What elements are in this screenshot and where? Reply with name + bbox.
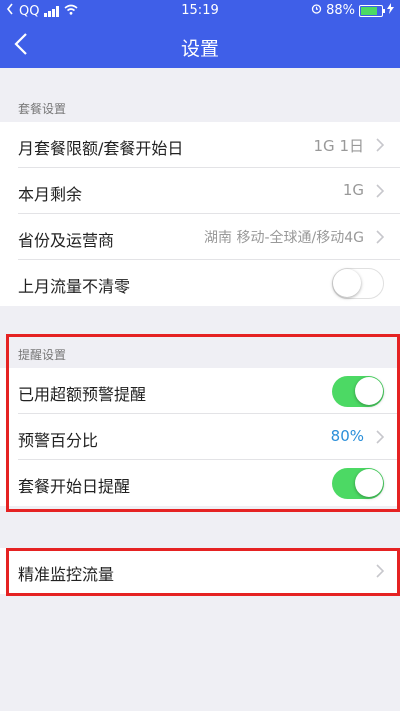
province-carrier-row[interactable]: 省份及运营商 湖南 移动-全球通/移动4G [0,214,400,260]
row-value: 1G [342,181,364,199]
battery-percent: 88% [326,3,355,18]
row-label: 本月剩余 [18,185,83,204]
plan-start-reminder-row: 套餐开始日提醒 [0,460,400,506]
overuse-warning-toggle[interactable] [332,376,384,407]
row-label: 预警百分比 [18,431,99,450]
battery-icon [359,4,385,17]
page-title: 设置 [180,38,219,60]
remaining-row[interactable]: 本月剩余 1G [0,168,400,214]
row-label: 月套餐限额/套餐开始日 [18,139,184,158]
plan-start-reminder-toggle[interactable] [332,468,384,499]
chevron-right-icon [376,230,384,244]
plan-section-header: 套餐设置 [18,102,67,116]
row-label: 已用超额预警提醒 [18,385,147,404]
status-bar: QQ 15:19 88% [0,0,400,22]
chevron-right-icon [376,138,384,152]
chevron-right-icon [376,184,384,198]
row-label: 套餐开始日提醒 [18,477,131,496]
status-right: 88% [311,3,394,18]
overuse-warning-row: 已用超额预警提醒 [0,368,400,414]
chevron-right-icon [376,564,384,578]
charging-icon [387,3,394,18]
row-value: 80% [330,427,364,445]
carryover-row: 上月流量不清零 [0,260,400,306]
row-value: 1G 1日 [313,137,364,155]
reminder-section-header: 提醒设置 [18,348,67,362]
precise-monitor-row[interactable]: 精准监控流量 [0,548,400,594]
plan-limit-row[interactable]: 月套餐限额/套餐开始日 1G 1日 [0,122,400,168]
carryover-toggle[interactable] [332,268,384,299]
row-label: 省份及运营商 [18,231,115,250]
alarm-icon [311,3,322,18]
warning-percent-row[interactable]: 预警百分比 80% [0,414,400,460]
nav-bar: 设置 [0,22,400,68]
row-label: 上月流量不清零 [18,277,131,296]
row-value: 湖南 移动-全球通/移动4G [204,230,364,246]
chevron-right-icon [376,430,384,444]
row-label: 精准监控流量 [18,565,115,584]
